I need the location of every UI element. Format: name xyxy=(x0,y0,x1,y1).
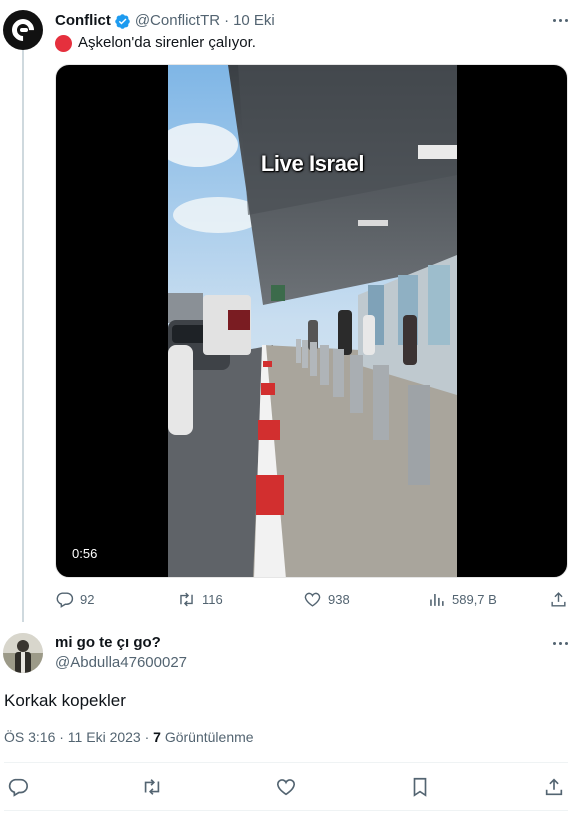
conflict-avatar[interactable] xyxy=(3,10,43,50)
video-overlay-text: Live Israel xyxy=(260,151,365,176)
like-icon xyxy=(304,592,321,607)
reply-reply-icon[interactable] xyxy=(7,776,29,798)
tweet-date[interactable]: 10 Eki xyxy=(233,12,275,30)
like-count: 938 xyxy=(328,592,350,607)
reply-author-handle[interactable]: @Abdulla47600027 xyxy=(55,654,187,672)
reply-avatar[interactable] xyxy=(3,633,43,673)
author-name[interactable]: Conflict xyxy=(55,12,111,30)
reply-button[interactable]: 92 xyxy=(55,590,94,609)
tweet-header: Conflict @ConflictTR · 10 Eki xyxy=(55,12,275,30)
views-count: 589,7 B xyxy=(452,592,497,607)
reply-text: Korkak kopekler xyxy=(4,691,126,710)
reply-count: 92 xyxy=(80,592,95,607)
author-handle[interactable]: @ConflictTR xyxy=(135,12,220,30)
more-icon[interactable] xyxy=(550,13,570,27)
tweet-text-content: Aşkelon'da sirenler çalıyor. xyxy=(78,34,256,51)
thread-line xyxy=(22,50,24,622)
video-frame[interactable]: Live Israel xyxy=(168,65,457,577)
video-duration: 0:56 xyxy=(66,544,104,563)
tweet-text: Aşkelon'da sirenler çalıyor. xyxy=(55,34,256,52)
retweet-button[interactable]: 116 xyxy=(177,590,223,609)
video-player[interactable]: Live Israel 0:56 xyxy=(55,64,568,578)
divider-bottom xyxy=(4,810,568,811)
share-button[interactable] xyxy=(549,590,568,609)
video-scene xyxy=(168,65,457,577)
retweet-count: 116 xyxy=(202,592,223,607)
reply-icon xyxy=(56,592,74,608)
reply-like-icon[interactable] xyxy=(275,776,297,798)
like-button[interactable]: 938 xyxy=(303,590,350,609)
divider-top xyxy=(4,762,568,763)
tweet-actions: 92 116 938 589,7 B xyxy=(55,590,569,610)
red-circle-emoji-icon xyxy=(55,34,72,52)
reply-meta: ÖS 3:16 · 11 Eki 2023 · 7 Görüntülenme xyxy=(4,728,254,746)
views-icon xyxy=(430,593,444,606)
reply-share-icon[interactable] xyxy=(543,776,565,798)
reply-actions xyxy=(0,776,573,800)
share-icon xyxy=(551,592,566,607)
reply-more-icon[interactable] xyxy=(550,636,570,650)
bookmark-icon[interactable] xyxy=(409,776,431,798)
verified-badge-icon xyxy=(114,13,131,30)
views-button[interactable]: 589,7 B xyxy=(427,590,497,609)
reply-avatar-image xyxy=(3,633,43,673)
reply-retweet-icon[interactable] xyxy=(141,776,163,798)
reply-timestamp[interactable]: ÖS 3:16 · 11 Eki 2023 · xyxy=(4,729,153,745)
separator: · xyxy=(224,12,230,29)
retweet-icon xyxy=(180,592,193,607)
reply-author-name[interactable]: mi go te çı go? xyxy=(55,634,161,652)
reply-views-count: 7 xyxy=(153,729,161,745)
reply-views-label: Görüntülenme xyxy=(160,729,254,745)
